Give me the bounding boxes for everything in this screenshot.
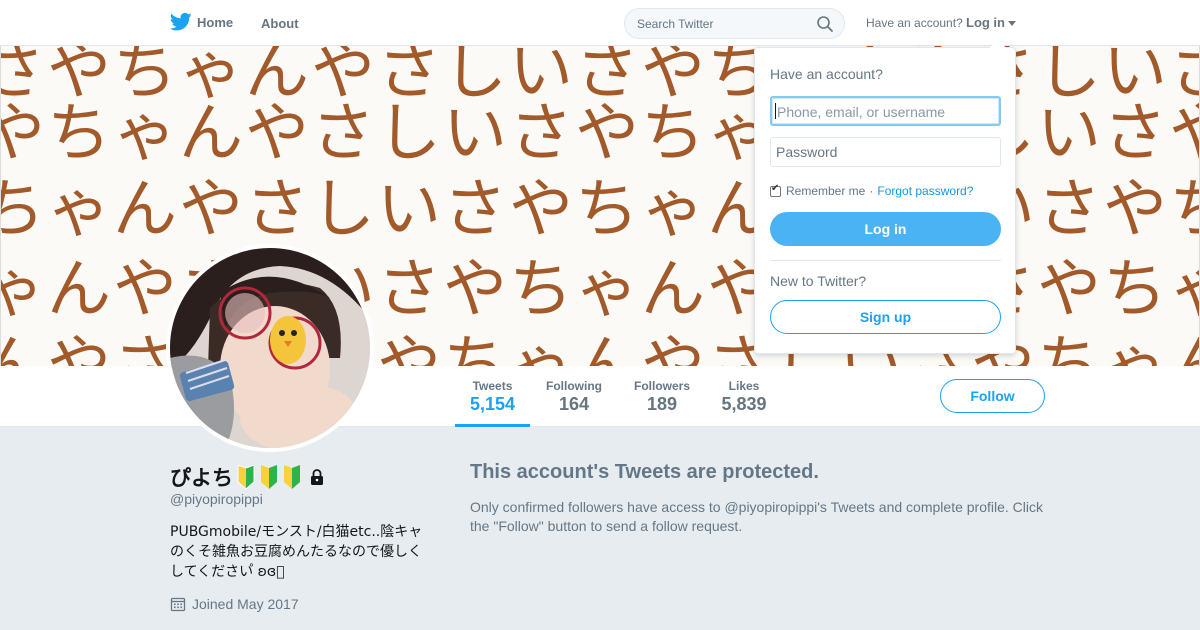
banner-text-row: やちゃんやさしいさやちゃんやさしいさや: [0, 97, 1200, 171]
remember-me-row: Remember me · Forgot password?: [770, 183, 973, 198]
calendar-icon: [170, 597, 186, 612]
login-link-label: Log in: [966, 15, 1005, 30]
forgot-password-link[interactable]: Forgot password?: [877, 184, 973, 198]
login-dropdown: Have an account? Phone, email, or userna…: [754, 47, 1016, 354]
chevron-down-icon: [1008, 21, 1016, 26]
login-dropdown-toggle[interactable]: Log in: [966, 15, 1016, 30]
username-field[interactable]: Phone, email, or username: [770, 96, 1001, 126]
signup-button[interactable]: Sign up: [770, 300, 1001, 334]
profile-bio: PUBGmobile/モンスト/白猫etc..陰キャのくそ雑魚お豆腐めんたるなの…: [170, 524, 423, 580]
lock-icon: [311, 469, 323, 485]
banner-text-row: ちゃんやさしいさやちゃんやさしいさやち: [0, 173, 1200, 247]
banner-text-row: さやちゃんやさしいさやちゃんやさしいさ: [0, 46, 1200, 109]
avatar[interactable]: [166, 244, 374, 452]
beginner-mark-icon: [284, 465, 300, 489]
login-button[interactable]: Log in: [770, 212, 1001, 246]
twitter-bird-icon: [170, 12, 192, 31]
avatar-image: [170, 248, 370, 448]
remember-me-label[interactable]: Remember me: [786, 184, 865, 198]
have-account-label: Have an account?: [866, 16, 963, 30]
dropdown-title: Have an account?: [770, 66, 883, 82]
stat-label: Following: [546, 379, 602, 393]
nav-home-label: Home: [197, 14, 234, 30]
new-to-twitter-label: New to Twitter?: [770, 273, 867, 289]
profile-name: ぴよち: [170, 462, 326, 492]
stat-value: 189: [646, 394, 678, 414]
protected-title: This account's Tweets are protected.: [470, 461, 819, 483]
stat-value: 5,839: [721, 394, 767, 414]
separator-dot: ·: [869, 184, 874, 198]
dropdown-divider: [770, 260, 1001, 261]
stat-value: 164: [558, 394, 590, 414]
joined-label: Joined May 2017: [192, 596, 299, 612]
stat-followers[interactable]: Followers 189: [628, 366, 696, 427]
beginner-mark-icon: [261, 465, 277, 489]
follow-button[interactable]: Follow: [940, 379, 1045, 413]
profile-handle[interactable]: @piyopiropippi: [170, 491, 263, 507]
stat-tweets[interactable]: Tweets 5,154: [455, 366, 530, 427]
stat-label: Likes: [728, 379, 760, 393]
remember-me-checkbox[interactable]: [770, 183, 781, 197]
nav-home-link[interactable]: Home: [170, 12, 233, 32]
joined-date: Joined May 2017: [170, 596, 299, 612]
password-field[interactable]: Password: [770, 137, 1001, 167]
stat-label: Tweets: [472, 379, 513, 393]
dropdown-caret: [990, 39, 1006, 48]
profile-name-text: ぴよち: [170, 467, 233, 490]
protected-message: Only confirmed followers have access to …: [470, 499, 1043, 534]
stat-following[interactable]: Following 164: [540, 366, 608, 427]
search-icon[interactable]: [816, 15, 834, 33]
search-input[interactable]: Search Twitter: [637, 17, 713, 31]
stat-likes[interactable]: Likes 5,839: [712, 366, 776, 427]
stat-label: Followers: [633, 379, 690, 393]
stat-value: 5,154: [469, 394, 516, 414]
beginner-mark-icon: [237, 465, 255, 489]
top-navigation-bar: Home About Search Twitter Have an accoun…: [0, 0, 1200, 46]
nav-about-link[interactable]: About: [261, 16, 299, 31]
search-box[interactable]: Search Twitter: [624, 8, 845, 39]
